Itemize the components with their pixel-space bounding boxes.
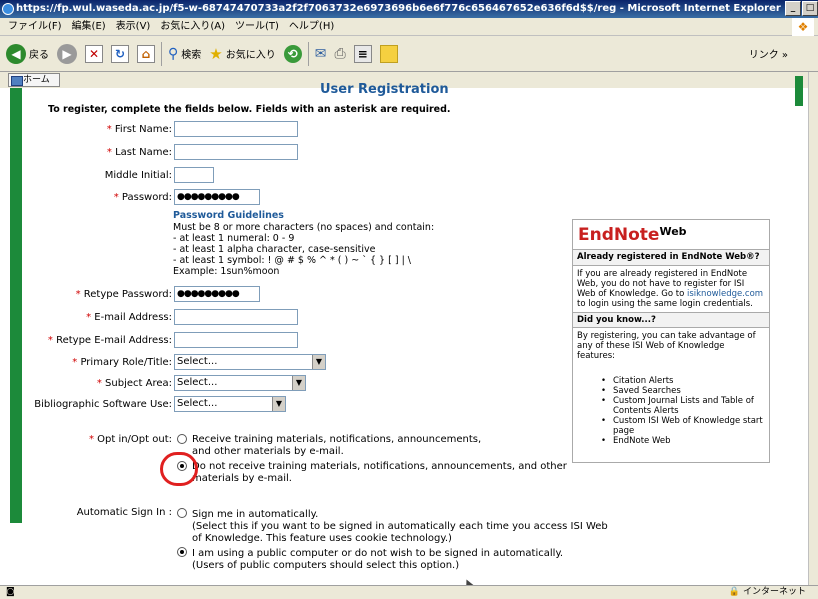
already-registered-text: If you are already registered in EndNote… (577, 269, 764, 309)
biblio-software-label: Bibliographic Software Use: (34, 399, 172, 410)
password-field[interactable]: ●●●●●●●●● (174, 189, 260, 205)
list-item: EndNote Web (601, 436, 769, 446)
last-name-field[interactable] (174, 144, 298, 160)
opt-in-text: Receive training materials, notification… (192, 434, 482, 445)
opt-label: * Opt in/Opt out: (88, 434, 172, 445)
security-zone: 🔒 インターネット (728, 587, 806, 597)
email-field[interactable] (174, 309, 298, 325)
registration-page: User Registration To register, complete … (0, 0, 818, 599)
password-guideline-line: Must be 8 or more characters (no spaces)… (173, 222, 435, 233)
middle-initial-field[interactable] (174, 167, 214, 183)
page-status-icon: ◙ (6, 587, 15, 597)
feature-list: Citation Alerts Saved Searches Custom Jo… (601, 376, 769, 446)
password-guidelines-title: Password Guidelines (173, 210, 284, 221)
did-you-know-title: Did you know...? (573, 312, 769, 328)
retype-password-field[interactable]: ●●●●●●●●● (174, 286, 260, 302)
did-you-know-text: By registering, you can take advantage o… (577, 331, 756, 361)
retype-password-label: * Retype Password: (75, 289, 172, 300)
middle-initial-label: Middle Initial: (104, 170, 172, 181)
auto-signin-text: of Knowledge. This feature uses cookie t… (192, 533, 452, 544)
password-guideline-line: Example: 1sun%moon (173, 266, 280, 277)
primary-role-label: * Primary Role/Title: (72, 357, 172, 368)
already-registered-title: Already registered in EndNote Web®? (573, 250, 769, 266)
password-guideline-line: - at least 1 numeral: 0 - 9 (173, 233, 295, 244)
opt-out-text: Do not receive training materials, notif… (192, 461, 567, 472)
retype-email-label: * Retype E-mail Address: (47, 335, 172, 346)
chevron-down-icon: ▼ (312, 355, 325, 369)
auto-signin-text: Sign me in automatically. (192, 509, 319, 520)
endnote-sidebar: EndNoteWeb Already registered in EndNote… (572, 219, 770, 463)
public-computer-radio[interactable] (177, 547, 187, 557)
first-name-label: * First Name: (106, 124, 172, 135)
status-bar: ◙ 🔒 インターネット (0, 585, 818, 599)
password-guideline-line: - at least 1 alpha character, case-sensi… (173, 244, 376, 255)
isiknowledge-link[interactable]: isiknowledge.com (687, 289, 763, 299)
password-label: * Password: (113, 192, 172, 203)
red-highlight-circle (160, 452, 198, 486)
retype-email-field[interactable] (174, 332, 298, 348)
endnote-logo: EndNoteWeb (578, 225, 687, 245)
list-item: Custom ISI Web of Knowledge start page (601, 416, 769, 436)
public-computer-text: (Users of public computers should select… (192, 560, 460, 571)
page-title: User Registration (320, 82, 449, 97)
list-item: Custom Journal Lists and Table of Conten… (601, 396, 769, 416)
first-name-field[interactable] (174, 121, 298, 137)
endnote-header: EndNoteWeb (573, 220, 769, 250)
auto-signin-radio[interactable] (177, 508, 187, 518)
last-name-label: * Last Name: (106, 147, 172, 158)
list-item: Saved Searches (601, 386, 769, 396)
opt-in-text: and other materials by e-mail. (192, 446, 344, 457)
auto-signin-label: Automatic Sign In : (76, 507, 172, 518)
primary-role-select[interactable]: Select... ▼ (174, 354, 326, 370)
biblio-software-select[interactable]: Select... ▼ (174, 396, 286, 412)
chevron-down-icon: ▼ (292, 376, 305, 390)
email-label: * E-mail Address: (86, 312, 172, 323)
auto-signin-text: (Select this if you want to be signed in… (192, 521, 608, 532)
intro-text: To register, complete the fields below. … (48, 104, 451, 115)
public-computer-text: I am using a public computer or do not w… (192, 548, 564, 559)
password-guideline-line: - at least 1 symbol: ! @ # $ % ^ * ( ) ~… (173, 255, 411, 266)
chevron-down-icon: ▼ (272, 397, 285, 411)
opt-out-text: materials by e-mail. (192, 473, 292, 484)
subject-area-label: * Subject Area: (96, 378, 172, 389)
list-item: Citation Alerts (601, 376, 769, 386)
subject-area-select[interactable]: Select... ▼ (174, 375, 306, 391)
opt-in-radio[interactable] (177, 434, 187, 444)
